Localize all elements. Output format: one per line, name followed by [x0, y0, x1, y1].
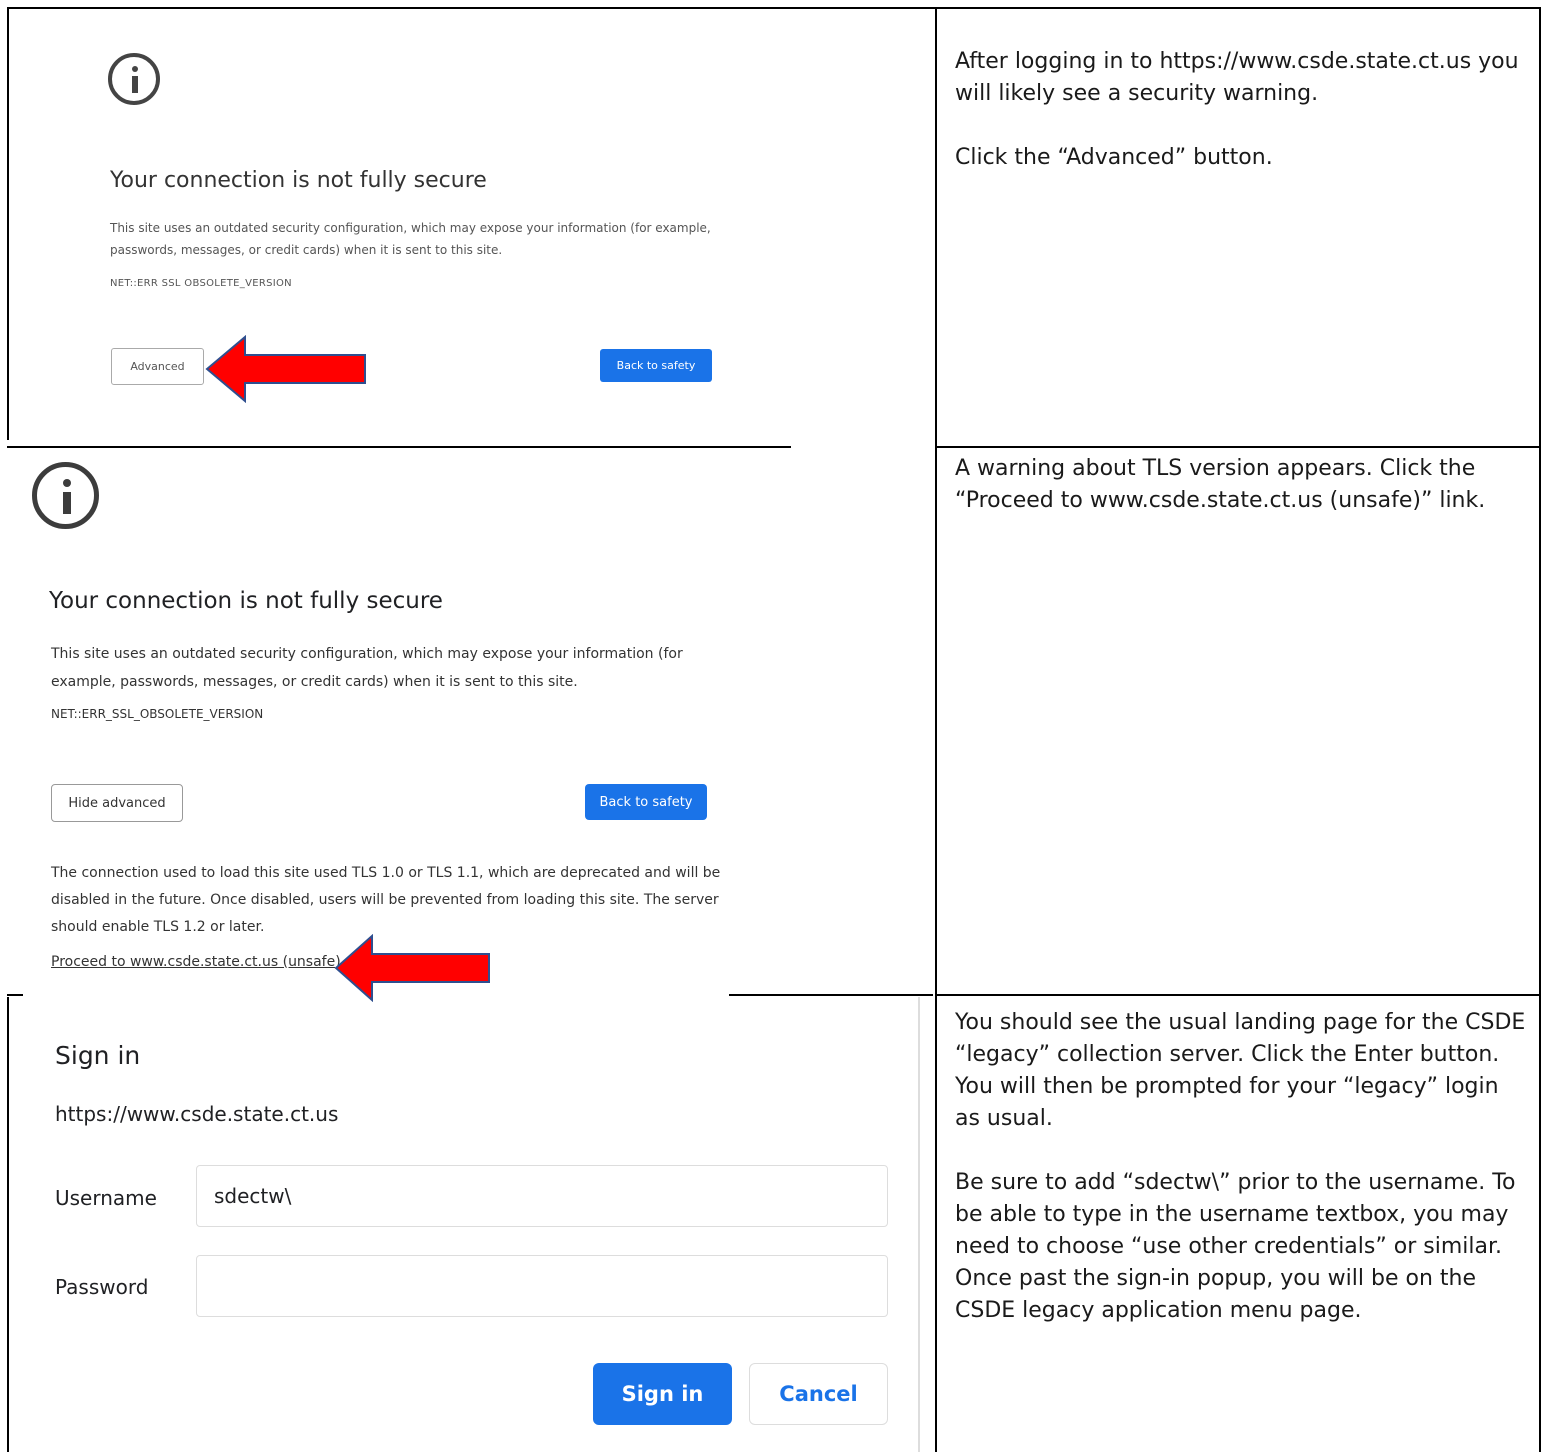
warning-heading: Your connection is not fully secure — [49, 588, 443, 614]
table-column-divider — [935, 7, 937, 1452]
instruction-row-2: A warning about TLS version appears. Cli… — [955, 453, 1530, 517]
instruction-text: After logging in to https://www.csde.sta… — [955, 49, 1519, 106]
instruction-text: Be sure to add “sdectw\” prior to the us… — [955, 1170, 1516, 1323]
sign-in-dialog-screenshot: Sign in https://www.csde.state.ct.us Use… — [9, 997, 934, 1452]
hide-advanced-button[interactable]: Hide advanced — [51, 784, 183, 822]
tls-detail-text: The connection used to load this site us… — [51, 865, 721, 935]
warning-body: This site uses an outdated security conf… — [110, 221, 711, 257]
site-url: https://www.csde.state.ct.us — [55, 1102, 339, 1126]
sign-in-button[interactable]: Sign in — [593, 1363, 732, 1425]
cancel-button[interactable]: Cancel — [749, 1363, 888, 1425]
sign-in-heading: Sign in — [55, 1041, 141, 1070]
red-arrow-icon — [205, 335, 366, 403]
instruction-text: You should see the usual landing page fo… — [955, 1010, 1526, 1131]
username-input[interactable]: sdectw\ — [196, 1165, 888, 1227]
error-code: NET::ERR_SSL_OBSOLETE_VERSION — [51, 707, 264, 721]
warning-body: This site uses an outdated security conf… — [51, 646, 683, 690]
advanced-button[interactable]: Advanced — [111, 348, 204, 385]
password-input[interactable] — [196, 1255, 888, 1317]
instruction-row-1: After logging in to https://www.csde.sta… — [955, 46, 1530, 174]
table-row-divider-2 — [7, 994, 23, 996]
error-code: NET::ERR SSL OBSOLETE_VERSION — [110, 278, 292, 289]
table-row-divider-2-mid — [729, 994, 933, 996]
info-icon — [108, 53, 160, 105]
back-to-safety-button[interactable]: Back to safety — [585, 784, 707, 820]
security-warning-screenshot: Your connection is not fully secure This… — [9, 9, 934, 439]
dialog-edge — [918, 997, 920, 1452]
red-arrow-icon — [334, 934, 490, 1002]
table-border-right — [1539, 7, 1541, 1452]
instruction-row-3: You should see the usual landing page fo… — [955, 1007, 1530, 1327]
info-icon — [32, 462, 99, 529]
proceed-unsafe-link[interactable]: Proceed to www.csde.state.ct.us (unsafe) — [51, 954, 341, 970]
username-label: Username — [55, 1186, 157, 1210]
warning-heading: Your connection is not fully secure — [110, 168, 487, 193]
instruction-text: A warning about TLS version appears. Cli… — [955, 456, 1486, 513]
table-row-divider-1-right — [935, 446, 1541, 448]
table-row-divider-2-right — [935, 994, 1541, 996]
password-label: Password — [55, 1275, 149, 1299]
back-to-safety-button[interactable]: Back to safety — [600, 349, 712, 382]
advanced-warning-screenshot: Your connection is not fully secure This… — [9, 448, 934, 988]
instruction-text: Click the “Advanced” button. — [955, 145, 1273, 170]
